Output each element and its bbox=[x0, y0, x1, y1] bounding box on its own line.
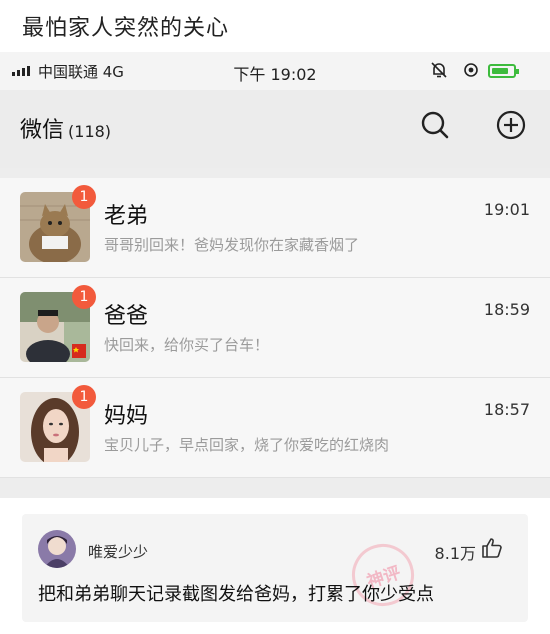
chat-row-dad[interactable]: 1 爸爸 快回来，给你买了台车！ 18:59 bbox=[0, 278, 550, 378]
chat-time: 18:59 bbox=[483, 300, 530, 319]
chat-list: 1 老弟 哥哥别回来！爸妈发现你在家藏香烟了 19:01 1 爸爸 快回来，给你… bbox=[0, 178, 550, 478]
app-title: 微信 (118) bbox=[20, 112, 111, 144]
comment-text: 把和弟弟聊天记录截图发给爸妈，打累了你少受点 bbox=[38, 584, 434, 605]
commenter-avatar-image bbox=[38, 530, 76, 568]
screen-lock-icon bbox=[464, 63, 478, 77]
unread-badge: 1 bbox=[72, 285, 96, 309]
unread-badge: 1 bbox=[72, 385, 96, 409]
status-bar: 中国联通 4G 下午 19:02 bbox=[0, 52, 550, 90]
search-icon[interactable] bbox=[418, 108, 452, 142]
battery-icon bbox=[488, 64, 519, 78]
commenter-name[interactable]: 唯爱少少 bbox=[88, 541, 148, 562]
chat-preview: 哥哥别回来！爸妈发现你在家藏香烟了 bbox=[104, 236, 360, 254]
chat-name: 老弟 bbox=[104, 204, 149, 229]
phone-screenshot: 中国联通 4G 下午 19:02 微信 (118) 1 老弟 哥哥别回来！爸妈发… bbox=[0, 52, 550, 498]
thumbs-up-icon[interactable] bbox=[480, 536, 504, 560]
add-icon[interactable] bbox=[494, 108, 528, 142]
mute-bell-icon bbox=[431, 62, 447, 78]
chat-name: 妈妈 bbox=[104, 404, 149, 429]
chat-row-mom[interactable]: 1 妈妈 宝贝儿子，早点回家，烧了你爱吃的红烧肉 18:57 bbox=[0, 378, 550, 478]
wechat-header: 微信 (118) bbox=[0, 90, 550, 168]
chat-time: 18:57 bbox=[483, 400, 530, 419]
app-title-label: 微信 bbox=[20, 118, 65, 143]
post-title: 最怕家人突然的关心 bbox=[22, 16, 230, 41]
chat-preview: 宝贝儿子，早点回家，烧了你爱吃的红烧肉 bbox=[104, 436, 390, 454]
commenter-avatar[interactable] bbox=[38, 530, 76, 568]
chat-name: 爸爸 bbox=[104, 304, 149, 329]
chat-row-brother[interactable]: 1 老弟 哥哥别回来！爸妈发现你在家藏香烟了 19:01 bbox=[0, 178, 550, 278]
chat-preview: 快回来，给你买了台车！ bbox=[104, 336, 270, 354]
unread-badge: 1 bbox=[72, 185, 96, 209]
like-count: 8.1万 bbox=[434, 544, 476, 563]
unread-count: (118) bbox=[68, 122, 112, 141]
chat-time: 19:01 bbox=[483, 200, 530, 219]
top-comment: 唯爱少少 神评 8.1万 把和弟弟聊天记录截图发给爸妈，打累了你少受点 bbox=[22, 514, 528, 622]
